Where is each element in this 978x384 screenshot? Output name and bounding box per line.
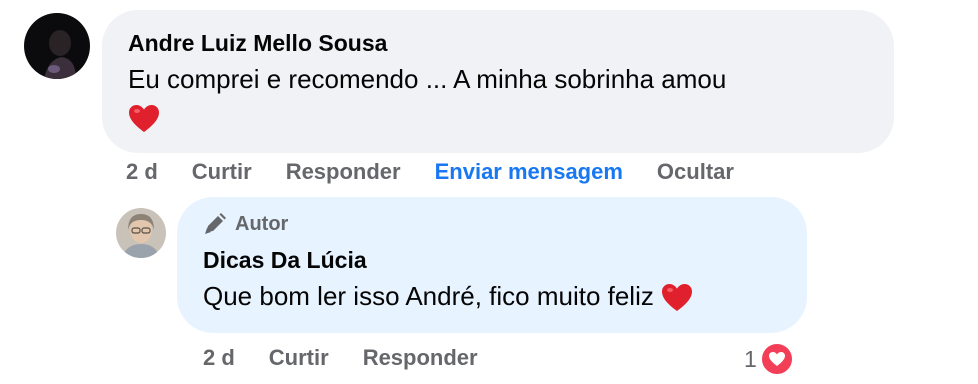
comment-text-content: Eu comprei e recomendo ... A minha sobri… (128, 64, 727, 94)
reply-button[interactable]: Responder (363, 344, 478, 372)
reply-timestamp[interactable]: 2 d (203, 344, 235, 372)
reply-author-name[interactable]: Dicas Da Lúcia (203, 245, 783, 275)
reaction-count: 1 (744, 345, 757, 372)
comment-actions: 2 d Curtir Responder Enviar mensagem Ocu… (126, 158, 768, 186)
love-reaction-icon (758, 341, 795, 377)
like-button[interactable]: Curtir (192, 158, 252, 186)
reply-button[interactable]: Responder (286, 158, 401, 186)
author-badge-label: Autor (235, 212, 289, 235)
hide-button[interactable]: Ocultar (657, 158, 734, 186)
avatar-dicas[interactable] (116, 208, 166, 258)
comment-timestamp[interactable]: 2 d (126, 158, 158, 186)
reply-text-content: Que bom ler isso André, fico muito feliz (203, 281, 654, 311)
reaction-summary[interactable]: 1 (744, 341, 795, 377)
reply-text: Que bom ler isso André, fico muito feliz (203, 277, 783, 315)
reply-actions: 2 d Curtir Responder (203, 344, 512, 372)
author-badge: Autor (203, 211, 783, 237)
reply-bubble: Autor Dicas Da Lúcia Que bom ler isso An… (177, 197, 807, 333)
avatar-andre[interactable] (24, 13, 90, 79)
comment-text: Eu comprei e recomendo ... A minha sobri… (128, 60, 868, 136)
like-button[interactable]: Curtir (269, 344, 329, 372)
comment-bubble: Andre Luiz Mello Sousa Eu comprei e reco… (102, 10, 894, 153)
comment-author-name[interactable]: Andre Luiz Mello Sousa (128, 28, 868, 58)
heart-icon (661, 283, 693, 313)
send-message-button[interactable]: Enviar mensagem (435, 158, 623, 186)
heart-icon (128, 104, 160, 134)
pen-icon (203, 213, 227, 235)
